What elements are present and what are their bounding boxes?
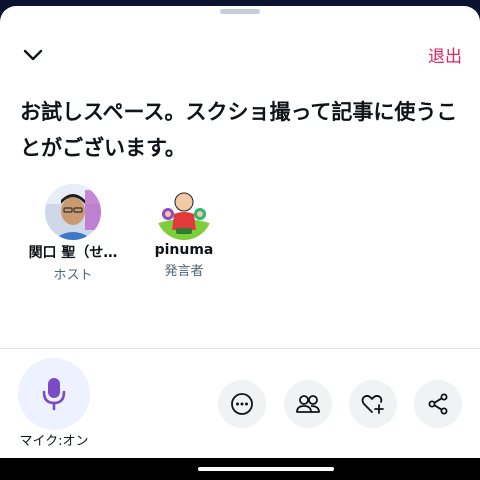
mic-status-label: マイク:オン	[19, 434, 89, 449]
collapse-button[interactable]	[18, 40, 48, 70]
leave-button[interactable]: 退出	[428, 42, 462, 67]
speaker-avatar-illustration	[156, 184, 212, 240]
host-avatar-photo	[45, 184, 101, 240]
participant-speaker[interactable]: pinuma 発言者	[129, 184, 239, 279]
participant-name: 関口 聖（せ…	[28, 245, 118, 261]
sheet-grabber[interactable]	[220, 9, 260, 14]
participant-name: pinuma	[154, 242, 214, 258]
heart-plus-icon	[361, 394, 384, 414]
more-button[interactable]	[218, 380, 266, 428]
participants-button[interactable]	[284, 380, 332, 428]
home-indicator[interactable]	[198, 467, 334, 471]
avatar	[45, 184, 101, 240]
participant-role: 発言者	[164, 264, 204, 279]
share-icon	[428, 393, 448, 415]
chevron-down-icon	[23, 49, 43, 61]
people-icon	[296, 395, 320, 413]
participant-role: ホスト	[53, 268, 93, 283]
share-button[interactable]	[414, 380, 462, 428]
microphone-icon	[42, 378, 66, 411]
system-nav-bar	[0, 458, 480, 480]
space-sheet: 退出 お試しスペース。スクショ撮って記事に使うことがございます。 関口 聖（せ……	[0, 6, 480, 464]
controls-divider	[0, 348, 480, 349]
reaction-button[interactable]	[349, 380, 397, 428]
participant-host[interactable]: 関口 聖（せ… ホスト	[18, 184, 128, 283]
avatar	[156, 184, 212, 240]
more-icon	[231, 393, 253, 415]
mic-button[interactable]	[18, 358, 90, 430]
space-title: お試しスペース。スクショ撮って記事に使うことがございます。	[20, 100, 458, 160]
